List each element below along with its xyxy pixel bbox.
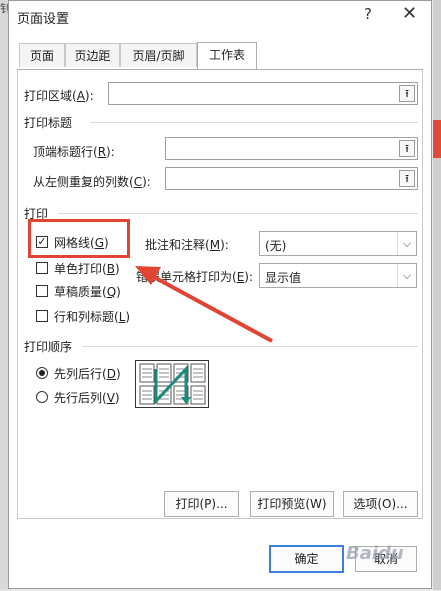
page-setup-dialog: 页面设置 ? ✕ 页面 页边距 页眉/页脚 工作表 打印区域(A): ⭱ 打印标… (8, 0, 432, 589)
background-red-area (433, 120, 441, 158)
watermark-logo: Baidu (346, 543, 404, 564)
options-button[interactable]: 选项(O)... (343, 491, 418, 517)
print-button[interactable]: 打印(P)... (164, 491, 239, 517)
ok-button[interactable]: 确定 (269, 545, 344, 573)
background-window-right (433, 0, 441, 590)
print-preview-button[interactable]: 打印预览(W) (250, 491, 334, 517)
